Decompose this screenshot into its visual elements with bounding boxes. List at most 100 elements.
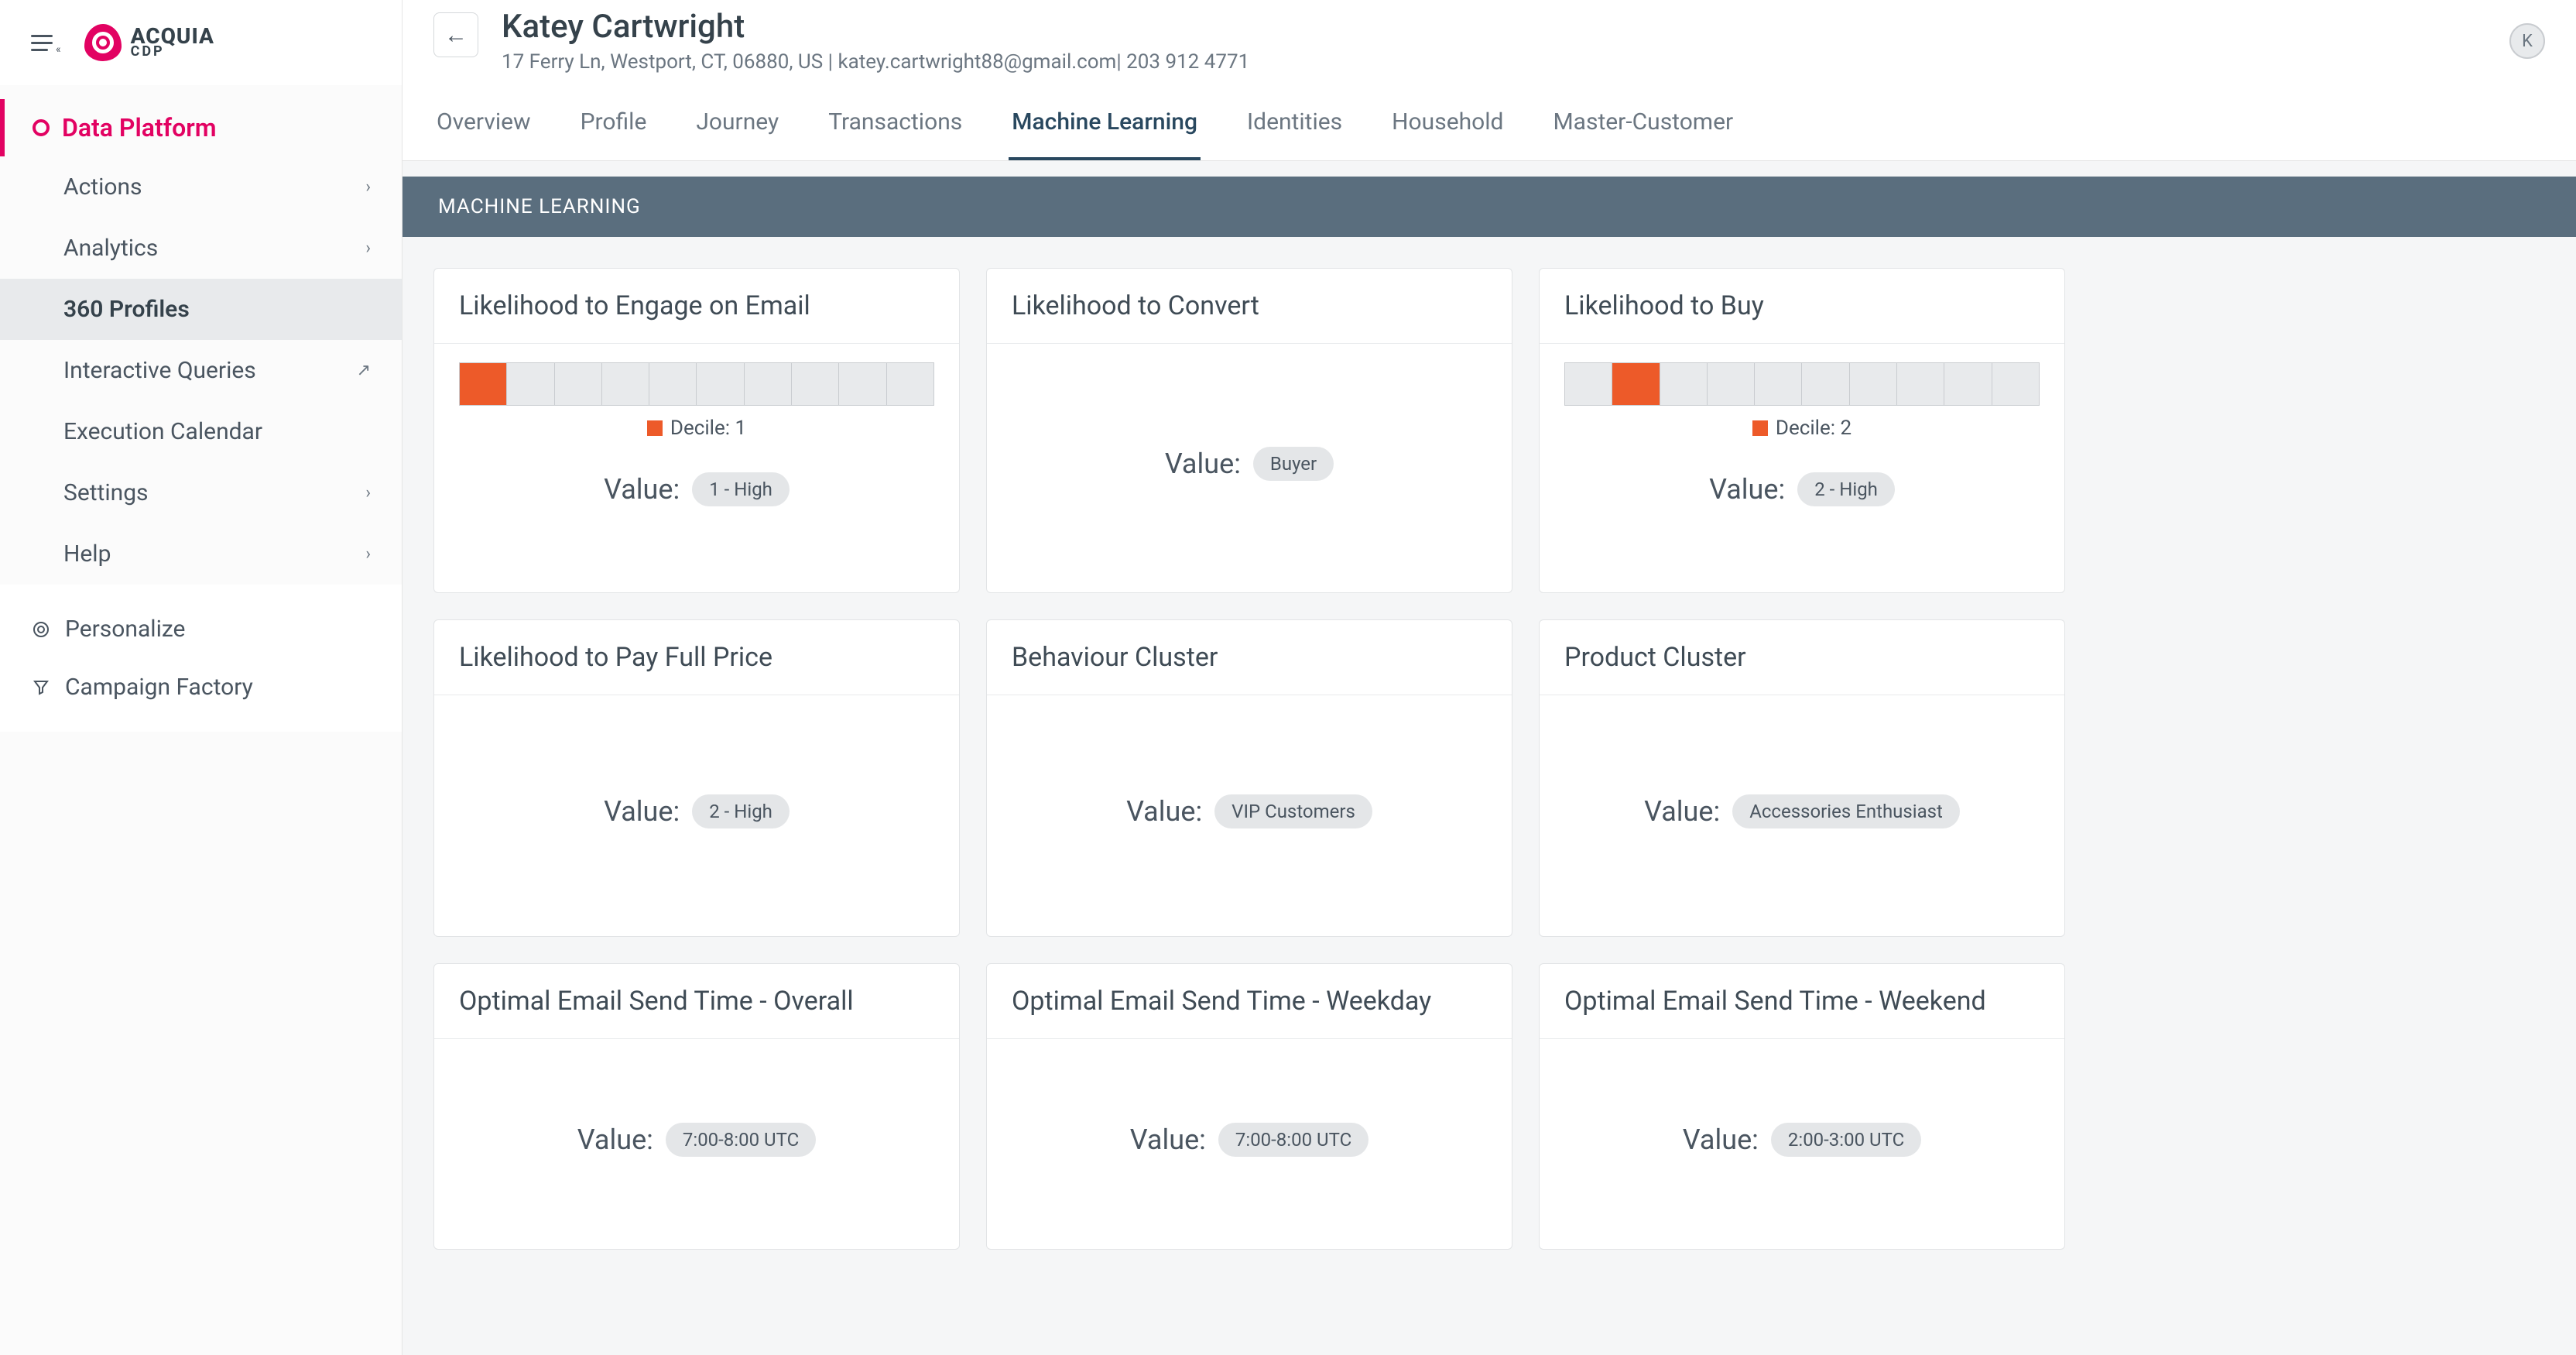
tab-identities[interactable]: Identities [1244, 85, 1345, 160]
value-row: Value:2 - High [1709, 472, 1895, 506]
legend-swatch [647, 420, 663, 436]
target-icon [31, 619, 51, 640]
tab-master-customer[interactable]: Master-Customer [1550, 85, 1736, 160]
secondary-item-personalize[interactable]: Personalize [23, 600, 379, 658]
value-row: Value:2:00-3:00 UTC [1683, 1123, 1921, 1157]
value-pill: 7:00-8:00 UTC [1218, 1123, 1368, 1157]
value-label: Value: [1644, 795, 1720, 828]
value-pill: Buyer [1253, 447, 1334, 481]
card-body: Value: 7:00-8:00 UTC [434, 1039, 959, 1249]
value-label: Value: [604, 473, 680, 506]
card-body: Decile: 2 Value:2 - High [1540, 344, 2064, 592]
decile-cell [792, 363, 839, 405]
card-body: Value:2:00-3:00 UTC [1540, 1039, 2064, 1249]
funnel-icon [31, 678, 51, 698]
value-pill: VIP Customers [1214, 794, 1372, 828]
decile-legend: Decile: 2 [1752, 417, 1852, 440]
card-title: Optimal Email Send Time - Overall [434, 964, 959, 1039]
external-link-icon: ↗ [357, 361, 371, 380]
decile-cell [1660, 363, 1708, 405]
ml-card-likelihood-to-pay-full-price: Likelihood to Pay Full PriceValue:2 - Hi… [433, 619, 960, 937]
value-label: Value: [577, 1123, 653, 1156]
value-row: Value: 2 - High [604, 794, 790, 828]
card-title: Likelihood to Engage on Email [434, 269, 959, 344]
sidebar-item-help[interactable]: Help › [0, 523, 402, 585]
sidebar-item-execution-calendar[interactable]: Execution Calendar [0, 401, 402, 462]
sidebar-item-label: Analytics [63, 235, 158, 262]
sidebar-item-label: Help [63, 540, 111, 568]
tab-machine-learning[interactable]: Machine Learning [1009, 85, 1201, 160]
nav-header-data-platform[interactable]: Data Platform [0, 99, 402, 156]
menu-collapse-caret: « [56, 43, 61, 56]
value-pill: 2:00-3:00 UTC [1771, 1123, 1921, 1157]
profile-name: Katey Cartwright [502, 8, 1249, 46]
chevron-right-icon: › [365, 177, 371, 197]
secondary-item-label: Campaign Factory [65, 674, 253, 701]
avatar[interactable]: K [2509, 23, 2545, 59]
decile-cell [649, 363, 697, 405]
ml-card-product-cluster: Product ClusterValue:Accessories Enthusi… [1539, 619, 2065, 937]
secondary-nav: Personalize Campaign Factory [0, 585, 402, 732]
value-pill: 2 - High [1797, 472, 1895, 506]
tab-profile[interactable]: Profile [577, 85, 650, 160]
decile-cell [697, 363, 744, 405]
sidebar-item-actions[interactable]: Actions› [0, 156, 402, 218]
ml-card-behaviour-cluster: Behaviour Cluster Value: VIP Customers [986, 619, 1512, 937]
ml-card-optimal-email-send-time-weekend: Optimal Email Send Time - Weekend Value:2… [1539, 963, 2065, 1250]
sidebar-item-label: Settings [63, 479, 149, 506]
value-pill: 7:00-8:00 UTC [666, 1123, 816, 1157]
sidebar-item-label: 360 Profiles [63, 296, 190, 323]
value-label: Value: [1165, 448, 1241, 480]
tab-household[interactable]: Household [1389, 85, 1506, 160]
value-row: Value: 7:00-8:00 UTC [1130, 1123, 1368, 1157]
sidebar-item-label: Execution Calendar [63, 418, 262, 445]
tab-transactions[interactable]: Transactions [825, 85, 965, 160]
sidebar-item-settings[interactable]: Settings › [0, 462, 402, 523]
ml-card-optimal-email-send-time-overall: Optimal Email Send Time - Overall Value: 7… [433, 963, 960, 1250]
secondary-item-campaign-factory[interactable]: Campaign Factory [23, 658, 379, 716]
decile-cell [555, 363, 602, 405]
decile-cell [1992, 363, 2039, 405]
decile-cell [887, 363, 933, 405]
decile-cell [1944, 363, 1992, 405]
card-body: Decile: 1Value:1 - High [434, 344, 959, 592]
decile-cell [1708, 363, 1755, 405]
decile-cell [1755, 363, 1802, 405]
value-label: Value: [1130, 1123, 1206, 1156]
card-title: Product Cluster [1540, 620, 2064, 695]
sidebar-item-analytics[interactable]: Analytics› [0, 218, 402, 279]
tab-journey[interactable]: Journey [693, 85, 782, 160]
card-title: Optimal Email Send Time - Weekend [1540, 964, 2064, 1039]
ml-cards-grid: Likelihood to Engage on EmailDecile: 1Va… [402, 237, 2576, 1250]
sidebar-top: « ACQUIA CDP [0, 0, 402, 85]
card-body: Value:Accessories Enthusiast [1540, 695, 2064, 936]
decile-cell [1565, 363, 1612, 405]
decile-cell [839, 363, 886, 405]
value-label: Value: [604, 795, 680, 828]
value-label: Value: [1126, 795, 1202, 828]
decile-bar [459, 362, 934, 406]
nav-header-icon [33, 119, 50, 136]
decile-cell [1850, 363, 1897, 405]
value-pill: 2 - High [692, 794, 790, 828]
sidebar-item-interactive-queries[interactable]: Interactive Queries↗ [0, 340, 402, 401]
card-title: Optimal Email Send Time - Weekday [987, 964, 1512, 1039]
sidebar-item-360-profiles[interactable]: 360 Profiles [0, 279, 402, 340]
card-title: Behaviour Cluster [987, 620, 1512, 695]
brand-logo[interactable]: ACQUIA CDP [84, 24, 214, 61]
decile-legend-label: Decile: 2 [1776, 417, 1852, 440]
chevron-right-icon: › [365, 544, 371, 564]
value-pill: 1 - High [692, 472, 790, 506]
card-title: Likelihood to Buy [1540, 269, 2064, 344]
card-body: Value: Buyer [987, 344, 1512, 592]
ml-card-likelihood-to-buy: Likelihood to Buy Decile: 2 Value:2 - High [1539, 268, 2065, 593]
back-button[interactable]: ← [433, 12, 478, 57]
tab-overview[interactable]: Overview [433, 85, 534, 160]
header-bar: ← Katey Cartwright 17 Ferry Ln, Westport… [402, 0, 2576, 85]
card-body: Value: VIP Customers [987, 695, 1512, 936]
decile-cell [507, 363, 554, 405]
legend-swatch [1752, 420, 1768, 436]
chevron-right-icon: › [365, 483, 371, 503]
section-band: MACHINE LEARNING [402, 177, 2576, 237]
value-row: Value: 7:00-8:00 UTC [577, 1123, 816, 1157]
